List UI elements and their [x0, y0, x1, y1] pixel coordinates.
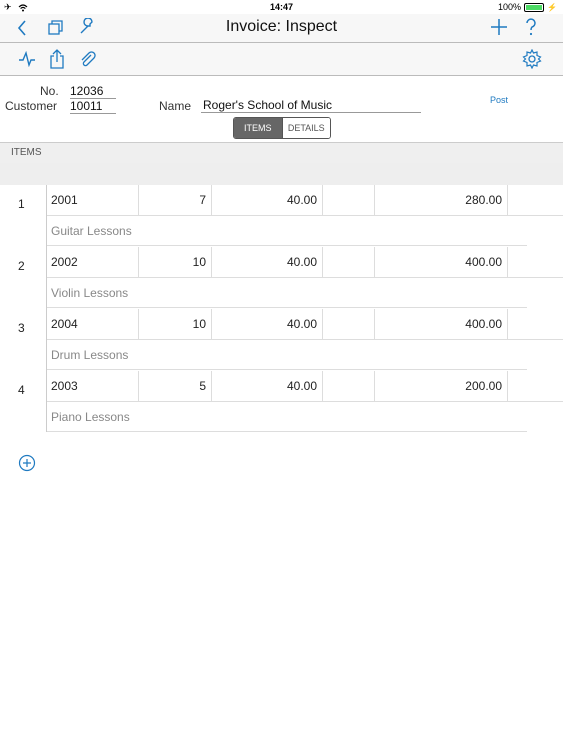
- discount-field[interactable]: [323, 371, 375, 402]
- line-item-row: 2 2002 10 40.00 400.00 Violin Lessons: [0, 247, 563, 309]
- quantity-field[interactable]: 5: [139, 371, 212, 402]
- item-code-field[interactable]: 2001: [47, 185, 139, 216]
- items-section-title: ITEMS: [11, 147, 42, 158]
- price-field[interactable]: 40.00: [212, 309, 323, 340]
- extra-field[interactable]: [508, 309, 563, 340]
- extra-field[interactable]: [508, 185, 563, 216]
- price-field[interactable]: 40.00: [212, 247, 323, 278]
- activity-icon[interactable]: [18, 51, 36, 67]
- line-item-row: 1 2001 7 40.00 280.00 Guitar Lessons: [0, 185, 563, 247]
- invoice-number-label: No.: [40, 84, 59, 98]
- item-code-field[interactable]: 2004: [47, 309, 139, 340]
- page-title: Invoice: Inspect: [225, 18, 338, 35]
- items-section-header: ITEMS: [0, 142, 563, 164]
- customer-field[interactable]: 10011: [70, 99, 116, 114]
- status-bar: ✈ 14:47 100% ⚡: [0, 0, 563, 14]
- add-icon[interactable]: [490, 18, 508, 36]
- invoice-number-field[interactable]: 12036: [70, 84, 116, 99]
- item-description-field[interactable]: Drum Lessons: [47, 340, 527, 370]
- settings-gear-icon[interactable]: [522, 49, 542, 69]
- discount-field[interactable]: [323, 247, 375, 278]
- share-icon[interactable]: [49, 49, 65, 69]
- add-line-item-icon[interactable]: [18, 454, 36, 472]
- help-icon[interactable]: [524, 17, 538, 37]
- discount-field[interactable]: [323, 309, 375, 340]
- item-code-field[interactable]: 2002: [47, 247, 139, 278]
- line-item-row: 3 2004 10 40.00 400.00 Drum Lessons: [0, 309, 563, 371]
- item-description-field[interactable]: Violin Lessons: [47, 278, 527, 308]
- navigation-bar: Invoice: Inspect: [0, 14, 563, 43]
- price-field[interactable]: 40.00: [212, 371, 323, 402]
- tab-items[interactable]: ITEMS: [234, 118, 282, 138]
- battery-icon: [524, 2, 545, 12]
- customer-name-field[interactable]: Roger's School of Music: [201, 98, 421, 113]
- line-number: 4: [18, 383, 25, 397]
- quantity-field[interactable]: 7: [139, 185, 212, 216]
- quantity-field[interactable]: 10: [139, 309, 212, 340]
- battery-percent: 100%: [498, 2, 522, 12]
- line-number: 3: [18, 321, 25, 335]
- discount-field[interactable]: [323, 185, 375, 216]
- customer-label: Customer: [5, 99, 58, 113]
- amount-field[interactable]: 400.00: [375, 309, 508, 340]
- line-item-row: 4 2003 5 40.00 200.00 Piano Lessons: [0, 371, 563, 433]
- item-description-field[interactable]: Piano Lessons: [47, 402, 527, 432]
- amount-field[interactable]: 200.00: [375, 371, 508, 402]
- amount-field[interactable]: 400.00: [375, 247, 508, 278]
- post-link[interactable]: Post: [490, 95, 508, 105]
- status-right: 100% ⚡: [498, 2, 557, 12]
- toolbar: [0, 43, 563, 76]
- name-label: Name: [159, 99, 192, 113]
- status-time: 14:47: [269, 2, 294, 12]
- extra-field[interactable]: [508, 247, 563, 278]
- quantity-field[interactable]: 10: [139, 247, 212, 278]
- item-description-field[interactable]: Guitar Lessons: [47, 216, 527, 246]
- extra-field[interactable]: [508, 371, 563, 402]
- items-column-header-band: [0, 163, 563, 185]
- item-code-field[interactable]: 2003: [47, 371, 139, 402]
- charging-icon: ⚡: [547, 2, 557, 12]
- line-number: 2: [18, 259, 25, 273]
- view-segmented-control: ITEMS DETAILS: [233, 117, 331, 139]
- price-field[interactable]: 40.00: [212, 185, 323, 216]
- line-number: 1: [18, 197, 25, 211]
- attachment-icon[interactable]: [79, 50, 97, 68]
- amount-field[interactable]: 280.00: [375, 185, 508, 216]
- tab-details[interactable]: DETAILS: [281, 118, 330, 138]
